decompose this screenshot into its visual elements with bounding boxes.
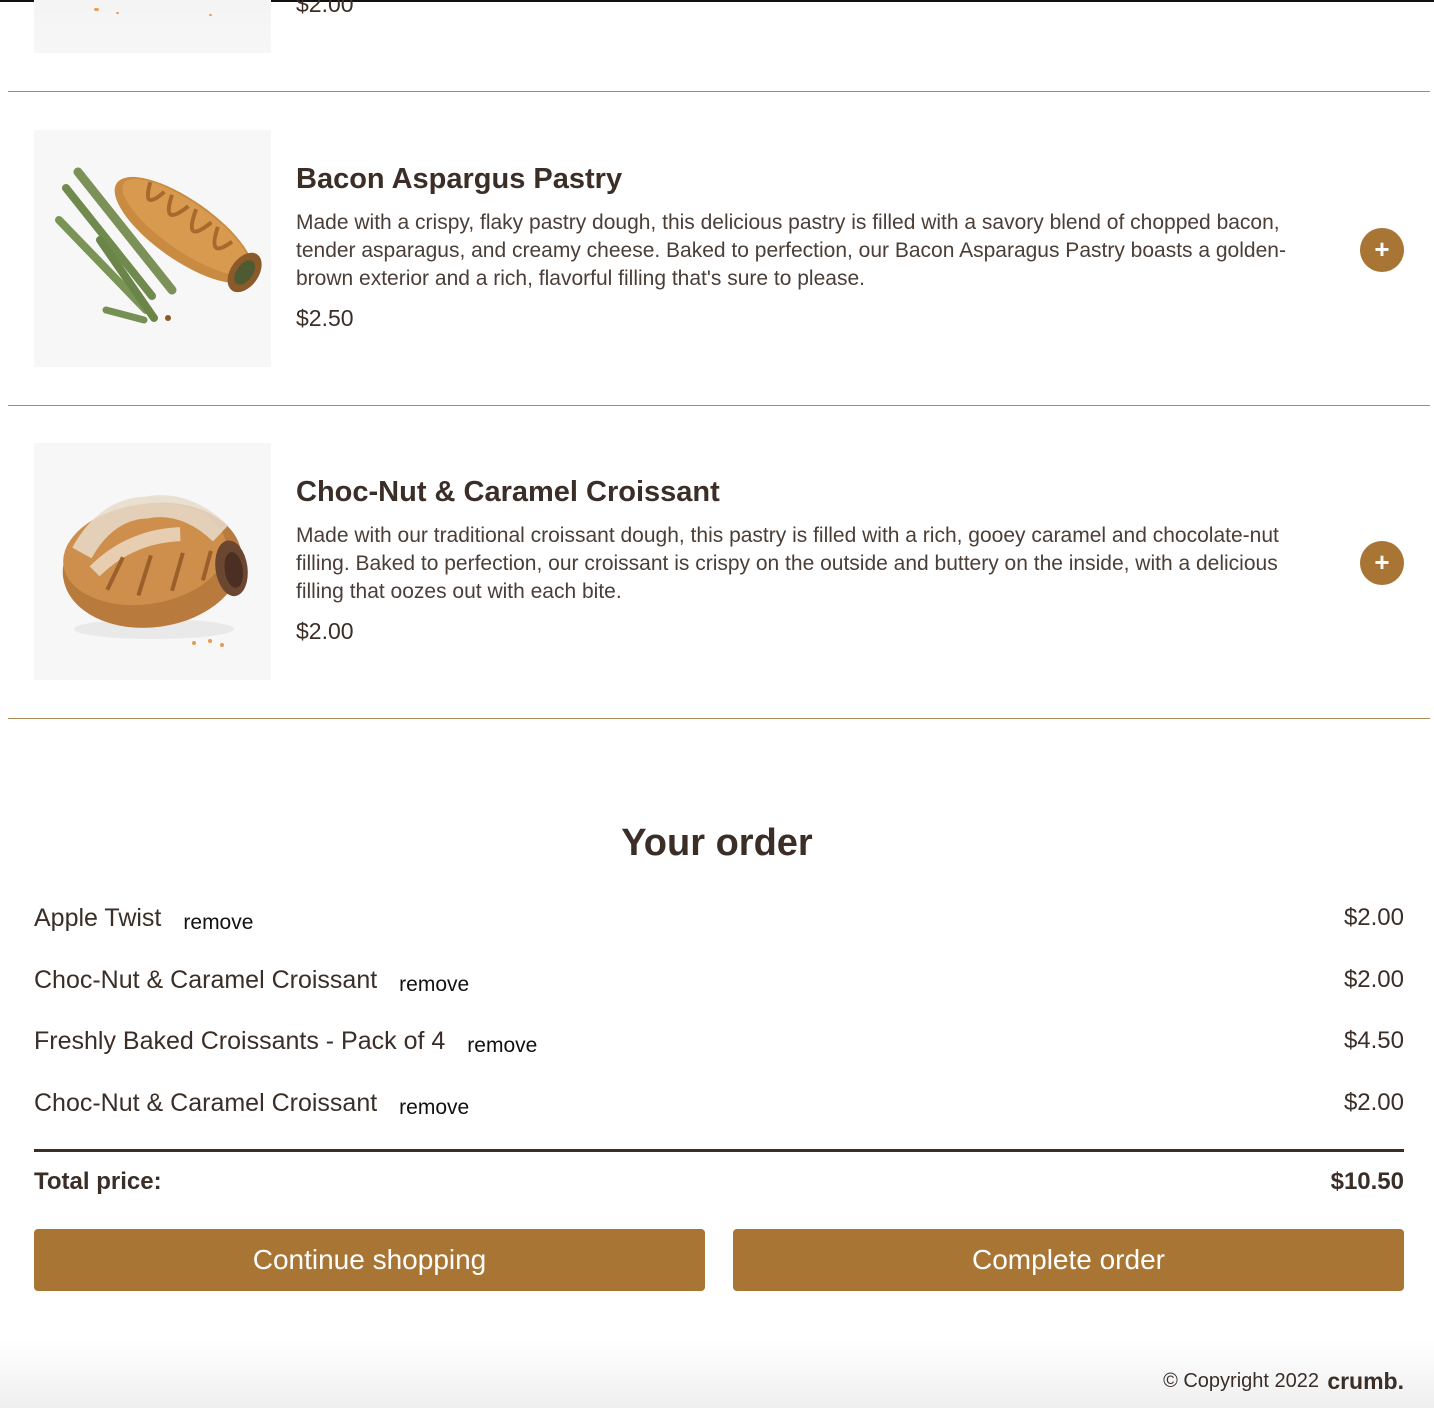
order-item-name: Choc-Nut & Caramel Croissant [34, 1089, 378, 1117]
order-item-price: $2.00 [1343, 904, 1404, 931]
order-row: Apple Twist remove $2.00 [34, 903, 1404, 937]
remove-button[interactable]: remove [399, 1096, 469, 1119]
product-image [34, 443, 271, 680]
plus-icon: + [1374, 547, 1390, 577]
total-price: $10.50 [1330, 1168, 1404, 1195]
copyright-text: © Copyright 2022 [1163, 1370, 1319, 1392]
product-price: $2.00 [296, 618, 354, 644]
order-row: Choc-Nut & Caramel Croissant remove $2.00 [34, 965, 1404, 999]
menu-item-partial: $2.00 [34, 0, 1404, 53]
order-item-price: $4.50 [1343, 1027, 1404, 1054]
footer: © Copyright 2022 crumb. [0, 1340, 1434, 1408]
remove-button[interactable]: remove [183, 911, 253, 934]
remove-button[interactable]: remove [467, 1034, 537, 1057]
brand-logo[interactable]: crumb. [1327, 1368, 1404, 1395]
total-label: Total price: [34, 1168, 162, 1195]
order-row: Freshly Baked Croissants - Pack of 4 remo… [34, 1026, 1404, 1060]
order-row: Choc-Nut & Caramel Croissant remove $2.00 [34, 1088, 1404, 1122]
menu-item: Choc-Nut & Caramel Croissant Made with o… [34, 443, 1404, 680]
product-description: Made with our traditional croissant doug… [296, 524, 1279, 603]
continue-shopping-button[interactable]: Continue shopping [34, 1229, 705, 1291]
product-price: $2.00 [296, 0, 354, 17]
order-item-name: Freshly Baked Croissants - Pack of 4 [34, 1027, 446, 1055]
plus-icon: + [1374, 234, 1390, 264]
menu-divider [8, 718, 1430, 719]
order-item-price: $2.00 [1343, 1089, 1404, 1116]
product-price: $2.50 [296, 305, 354, 331]
order-item-name: Choc-Nut & Caramel Croissant [34, 966, 378, 994]
add-to-order-button[interactable]: + [1360, 228, 1404, 272]
order-item-name: Apple Twist [34, 904, 162, 932]
complete-order-button[interactable]: Complete order [733, 1229, 1404, 1291]
remove-button[interactable]: remove [399, 973, 469, 996]
product-description: Made with a crispy, flaky pastry dough, … [296, 211, 1286, 290]
order-title: Your order [621, 822, 813, 864]
product-name: Choc-Nut & Caramel Croissant [296, 476, 720, 508]
total-divider [34, 1149, 1404, 1152]
add-to-order-button[interactable]: + [1360, 541, 1404, 585]
order-item-price: $2.00 [1343, 966, 1404, 993]
menu-divider [8, 91, 1430, 92]
product-image [34, 130, 271, 367]
product-name: Bacon Aspargus Pastry [296, 163, 623, 195]
menu-divider [8, 405, 1430, 406]
product-image [34, 0, 271, 53]
menu-item: Bacon Aspargus Pastry Made with a crispy… [34, 130, 1404, 367]
